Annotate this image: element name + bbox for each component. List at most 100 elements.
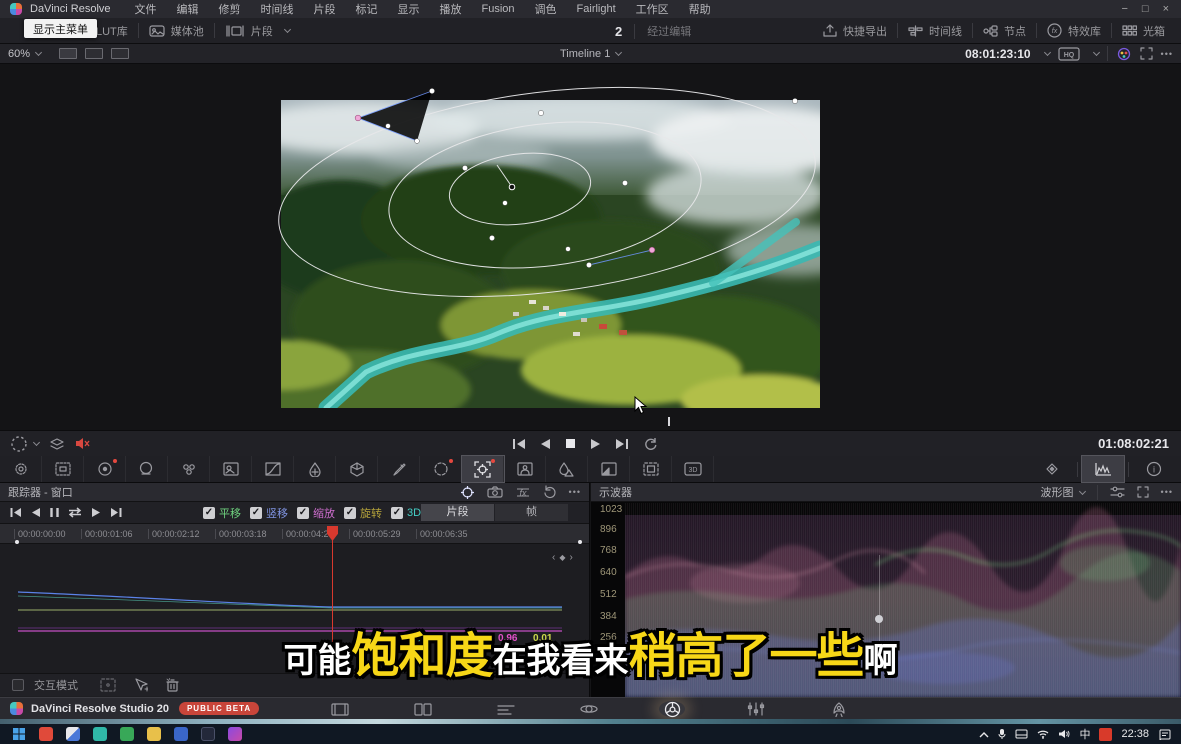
reset-icon[interactable]	[543, 485, 557, 499]
window-tool[interactable]	[420, 456, 462, 482]
split-viewer-toggle[interactable]	[85, 48, 103, 59]
taskbar-app-icon[interactable]	[120, 727, 134, 741]
ime-indicator[interactable]: 中	[1079, 726, 1090, 742]
mute-audio-icon[interactable]	[75, 437, 91, 450]
go-to-end-button[interactable]	[615, 438, 629, 450]
taskbar-app-icon[interactable]	[39, 727, 53, 741]
track-bidirectional-button[interactable]	[68, 507, 82, 518]
zoom-select[interactable]: 60%	[0, 48, 41, 60]
clock[interactable]: 22:38	[1121, 728, 1149, 740]
stop-button[interactable]	[565, 438, 576, 449]
timeline-selector[interactable]: Timeline 1	[560, 48, 621, 60]
menu-mark[interactable]: 标记	[346, 1, 388, 17]
keyframes-panel-button[interactable]	[1031, 456, 1073, 482]
single-viewer-toggle[interactable]	[59, 48, 77, 59]
lightbox-button[interactable]: 光箱	[1112, 23, 1175, 39]
qualifier-tool[interactable]	[294, 456, 336, 482]
notification-center-icon[interactable]	[1158, 729, 1171, 740]
menu-help[interactable]: 帮助	[679, 1, 721, 17]
color-wheels-tool[interactable]	[84, 456, 126, 482]
speaker-icon[interactable]	[1058, 729, 1070, 739]
rgb-mixer-tool[interactable]	[168, 456, 210, 482]
page-fusion[interactable]	[576, 701, 602, 717]
tracker-graph[interactable]: 10.10 28.25 0.96 0.01 ‹ ◆ ›	[0, 544, 589, 673]
microphone-icon[interactable]	[998, 728, 1006, 740]
taskbar-app-icon[interactable]	[201, 727, 215, 741]
page-fairlight[interactable]	[743, 701, 769, 717]
stereo-3d-tool[interactable]: 3D	[672, 456, 714, 482]
start-button[interactable]	[12, 727, 26, 741]
magic-mask-tool[interactable]	[504, 456, 546, 482]
media-pool-button[interactable]: 媒体池	[139, 23, 214, 39]
taskbar-app-icon[interactable]	[147, 727, 161, 741]
minimize-button[interactable]: −	[1121, 3, 1127, 15]
tab-clip[interactable]: 片段	[421, 504, 494, 521]
camera-icon[interactable]	[487, 486, 503, 498]
color-viewer[interactable]	[0, 64, 1181, 430]
scope-mode-select[interactable]: 波形图	[1041, 484, 1085, 500]
grading-tools-icon[interactable]	[1116, 47, 1132, 61]
color-match-tool[interactable]	[42, 456, 84, 482]
quick-export-button[interactable]: 快捷导出	[813, 23, 897, 39]
checkbox-pan[interactable]: ✓平移	[203, 505, 241, 521]
delete-point-icon[interactable]	[166, 678, 179, 692]
maximize-button[interactable]: □	[1142, 3, 1149, 15]
nodes-button[interactable]: 节点	[973, 23, 1036, 39]
menu-fusion[interactable]: Fusion	[472, 3, 525, 15]
taskbar-app-icon[interactable]	[228, 727, 242, 741]
menu-view[interactable]: 显示	[388, 1, 430, 17]
menu-fairlight[interactable]: Fairlight	[567, 3, 626, 15]
window-outline-select[interactable]	[10, 435, 39, 453]
menu-color[interactable]: 调色	[525, 1, 567, 17]
scrub-position-marker[interactable]	[668, 417, 670, 426]
play-reverse-button[interactable]	[540, 438, 551, 450]
curves-tool[interactable]	[252, 456, 294, 482]
chevron-down-icon[interactable]	[1044, 49, 1051, 56]
menu-edit[interactable]: 编辑	[167, 1, 209, 17]
camera-raw-tool[interactable]	[0, 456, 42, 482]
3d-qualifier-tool[interactable]	[336, 456, 378, 482]
go-to-start-button[interactable]	[512, 438, 526, 450]
effects-library-button[interactable]: fx 特效库	[1037, 23, 1111, 39]
hdr-wheels-tool[interactable]	[126, 456, 168, 482]
track-forward-button[interactable]	[91, 507, 101, 518]
vertical-slider-handle[interactable]	[875, 615, 883, 623]
tracker-options-menu[interactable]: •••	[569, 487, 581, 497]
page-color[interactable]	[659, 701, 685, 717]
page-cut[interactable]	[410, 701, 436, 717]
tray-expand-icon[interactable]	[979, 731, 989, 738]
expand-viewer-icon[interactable]	[1140, 47, 1153, 60]
timeline-view-button[interactable]: 时间线	[898, 23, 972, 39]
clip-view-button[interactable]: 片段	[215, 23, 300, 39]
proxy-hq-icon[interactable]: HQ	[1058, 47, 1080, 61]
menu-workspace[interactable]: 工作区	[626, 1, 679, 17]
touchpad-icon[interactable]	[1015, 729, 1028, 739]
play-button[interactable]	[590, 438, 601, 450]
scroll-handle[interactable]	[581, 651, 586, 656]
tracker-fx-icon[interactable]: fx	[515, 486, 531, 499]
tracker-timeline-ruler[interactable]: 00:00:00:00 00:00:01:06 00:00:02:12 00:0…	[0, 524, 589, 544]
taskbar-app-icon[interactable]	[174, 727, 188, 741]
interactive-mode-checkbox[interactable]: 交互模式	[12, 677, 78, 693]
vertical-slider-track[interactable]	[879, 555, 880, 655]
info-panel-button[interactable]: i	[1133, 456, 1175, 482]
tracker-playhead-line[interactable]	[332, 540, 333, 672]
tracker-target-icon[interactable]	[460, 485, 475, 500]
taskbar-app-icon[interactable]	[93, 727, 107, 741]
page-deliver[interactable]	[826, 701, 852, 717]
page-media[interactable]	[327, 701, 353, 717]
wipe-modes-icon[interactable]	[49, 437, 65, 451]
loop-button[interactable]	[643, 437, 658, 450]
checkbox-tilt[interactable]: ✓竖移	[250, 505, 288, 521]
prev-keyframe-button[interactable]: ‹	[552, 552, 555, 563]
close-button[interactable]: ×	[1163, 3, 1169, 15]
viewer-options-menu[interactable]: •••	[1161, 49, 1173, 59]
menu-trim[interactable]: 修剪	[209, 1, 251, 17]
sizing-tool[interactable]	[630, 456, 672, 482]
tray-app-icon[interactable]	[1099, 728, 1112, 741]
page-edit[interactable]	[493, 701, 519, 717]
taskbar-app-icon[interactable]	[66, 727, 80, 741]
tab-frame[interactable]: 帧	[495, 504, 568, 521]
expand-scope-icon[interactable]	[1137, 486, 1149, 498]
pointer-add-icon[interactable]	[134, 678, 148, 692]
